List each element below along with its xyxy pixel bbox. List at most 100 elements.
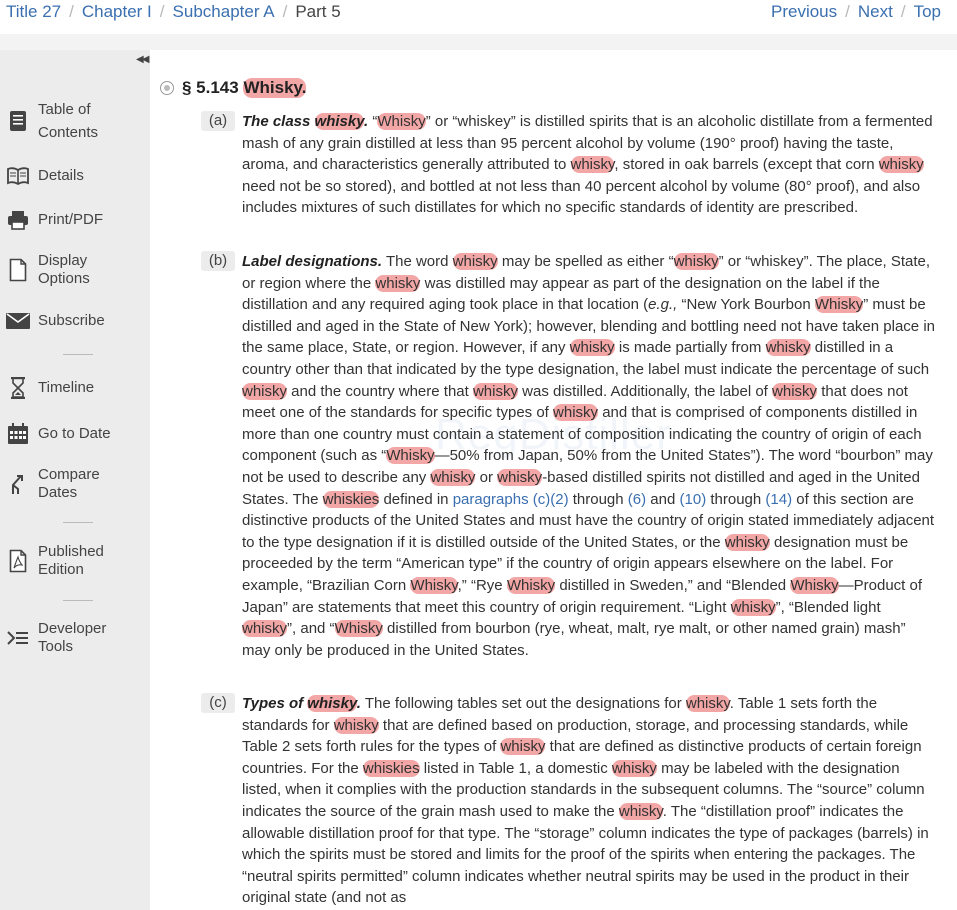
search-highlight: Whisky bbox=[410, 576, 458, 594]
pdf-document-icon bbox=[6, 549, 30, 573]
search-highlight: Whisky bbox=[377, 113, 426, 130]
search-highlight: whisky bbox=[765, 339, 811, 357]
search-highlight: whisky bbox=[500, 738, 546, 756]
sidebar: ◀◀ Table of Contents Details Print/PDF D… bbox=[0, 50, 150, 910]
cross-reference-link[interactable]: paragraphs (c)(2) bbox=[453, 491, 569, 508]
top-navigation-bar: Title 27 / Chapter I / Subchapter A / Part 5 P… bbox=[0, 0, 957, 26]
paragraph-body: The following tables set out the designa… bbox=[242, 695, 929, 907]
sidebar-item-table-of-contents[interactable]: Table of Contents bbox=[6, 98, 146, 144]
search-highlight: whiskies bbox=[362, 759, 420, 777]
search-highlight: whisky bbox=[618, 802, 663, 820]
paragraph-body: “New York Bourbon Whisky” must be distil… bbox=[242, 296, 935, 508]
breadcrumb-separator: / bbox=[69, 2, 74, 21]
envelope-icon bbox=[6, 309, 30, 333]
breadcrumb-separator: / bbox=[282, 2, 288, 21]
sidebar-item-published-edition[interactable]: Published Edition bbox=[6, 543, 146, 579]
sidebar-item-label: Compare Dates bbox=[38, 466, 100, 501]
hourglass-icon bbox=[6, 376, 30, 400]
paragraph-heading: Types of whisky. bbox=[242, 695, 361, 712]
search-highlight: Whisky bbox=[334, 620, 383, 638]
section-number: § 5.143 bbox=[182, 78, 239, 97]
nav-separator: / bbox=[900, 2, 906, 21]
paragraph-label[interactable]: (b) bbox=[201, 251, 235, 271]
paragraph-body: and bbox=[646, 490, 680, 508]
section-heading: § 5.143 Whisky. bbox=[160, 78, 307, 98]
section-title: Whisky. bbox=[243, 78, 307, 98]
next-link[interactable]: Next bbox=[858, 2, 893, 21]
breadcrumb-current-part: Part 5 bbox=[295, 2, 341, 21]
paragraph-text: The class whisky. “Whisky” or “whiskey” … bbox=[242, 111, 937, 219]
breadcrumb-separator: / bbox=[159, 2, 165, 21]
search-highlight: whisky bbox=[724, 533, 770, 551]
breadcrumb-title[interactable]: Title 27 bbox=[6, 2, 61, 21]
compare-branch-icon bbox=[6, 472, 30, 496]
open-book-icon bbox=[6, 164, 30, 188]
sidebar-item-label: Go to Date bbox=[38, 425, 111, 442]
search-highlight: whisky bbox=[685, 695, 730, 712]
sidebar-item-label: Subscribe bbox=[38, 312, 105, 329]
breadcrumb-subchapter[interactable]: Subchapter A bbox=[173, 2, 275, 21]
paragraph-c: (c) Types of whisky. The following table… bbox=[201, 693, 937, 909]
paragraph-a: (a) The class whisky. “Whisky” or “whisk… bbox=[201, 111, 937, 219]
search-highlight: Whisky bbox=[790, 576, 839, 594]
search-highlight: whisky bbox=[430, 468, 476, 486]
search-highlight: whisky bbox=[730, 598, 776, 616]
sidebar-item-timeline[interactable]: Timeline bbox=[6, 376, 146, 400]
paragraph-label[interactable]: (c) bbox=[201, 693, 235, 713]
calendar-icon bbox=[6, 422, 30, 446]
paragraph-label[interactable]: (a) bbox=[201, 111, 235, 131]
sidebar-item-compare-dates[interactable]: Compare Dates bbox=[6, 466, 146, 502]
section-marker-icon[interactable] bbox=[160, 81, 174, 95]
sidebar-item-developer-tools[interactable]: Developer Tools bbox=[6, 620, 146, 656]
paragraph-body: through bbox=[706, 490, 766, 508]
search-highlight: whisky bbox=[307, 695, 357, 712]
search-highlight: whisky bbox=[242, 382, 288, 400]
search-highlight: Whisky bbox=[814, 296, 864, 314]
search-highlight: whisky bbox=[611, 759, 657, 777]
sidebar-item-subscribe[interactable]: Subscribe bbox=[6, 309, 146, 333]
sidebar-item-details[interactable]: Details bbox=[6, 164, 146, 188]
paragraph-body: through bbox=[568, 490, 628, 508]
breadcrumb: Title 27 / Chapter I / Subchapter A / Part 5 bbox=[6, 0, 341, 24]
search-highlight: whisky bbox=[452, 253, 498, 270]
paragraph-heading: The class whisky. bbox=[242, 113, 369, 130]
search-highlight: whisky bbox=[314, 113, 365, 130]
nav-separator: / bbox=[845, 2, 850, 21]
search-highlight: whisky bbox=[375, 274, 421, 292]
search-highlight: whisky bbox=[569, 339, 615, 357]
search-highlight: whisky bbox=[878, 156, 924, 174]
top-link[interactable]: Top bbox=[914, 2, 941, 21]
collapse-sidebar-icon[interactable]: ◀◀ bbox=[136, 54, 149, 65]
sidebar-item-display-options[interactable]: Display Options bbox=[6, 252, 146, 288]
sidebar-item-label: Published Edition bbox=[38, 543, 104, 578]
sidebar-divider bbox=[63, 600, 93, 601]
printer-icon bbox=[6, 208, 30, 232]
terminal-list-icon bbox=[6, 626, 30, 650]
sidebar-item-label: Display Options bbox=[38, 252, 90, 287]
blank-page-icon bbox=[6, 258, 30, 282]
breadcrumb-chapter[interactable]: Chapter I bbox=[82, 2, 152, 21]
header-divider-band bbox=[0, 34, 957, 50]
paragraph-body: of this section are distinctive products… bbox=[242, 490, 935, 659]
search-highlight: Whisky bbox=[506, 576, 556, 594]
cross-reference-link[interactable]: (6) bbox=[628, 491, 646, 508]
page-nav-links: Previous / Next / Top bbox=[771, 0, 941, 24]
search-highlight: whisky bbox=[553, 404, 599, 422]
document-list-icon bbox=[6, 109, 30, 133]
cross-reference-link[interactable]: (14) bbox=[765, 491, 792, 508]
regulation-content: RegDistiller § 5.143 Whisky. (a) The cla… bbox=[150, 50, 957, 910]
paragraph-b: (b) Label designations. The word whisky … bbox=[201, 251, 937, 661]
sidebar-item-print-pdf[interactable]: Print/PDF bbox=[6, 208, 146, 232]
paragraph-text: Label designations. The word whisky may … bbox=[242, 251, 937, 661]
sidebar-item-label: Timeline bbox=[38, 379, 95, 396]
previous-link[interactable]: Previous bbox=[771, 2, 837, 21]
sidebar-divider bbox=[63, 354, 93, 355]
cross-reference-link[interactable]: (10) bbox=[680, 491, 707, 508]
search-highlight: whisky bbox=[472, 382, 518, 400]
sidebar-item-label: Table of Contents bbox=[38, 101, 99, 141]
sidebar-item-go-to-date[interactable]: Go to Date bbox=[6, 422, 146, 446]
search-highlight: whisky bbox=[242, 620, 288, 638]
abbreviation-eg: e.g., bbox=[648, 296, 678, 314]
sidebar-item-label: Print/PDF bbox=[38, 211, 104, 228]
search-highlight: whisky bbox=[673, 253, 719, 270]
